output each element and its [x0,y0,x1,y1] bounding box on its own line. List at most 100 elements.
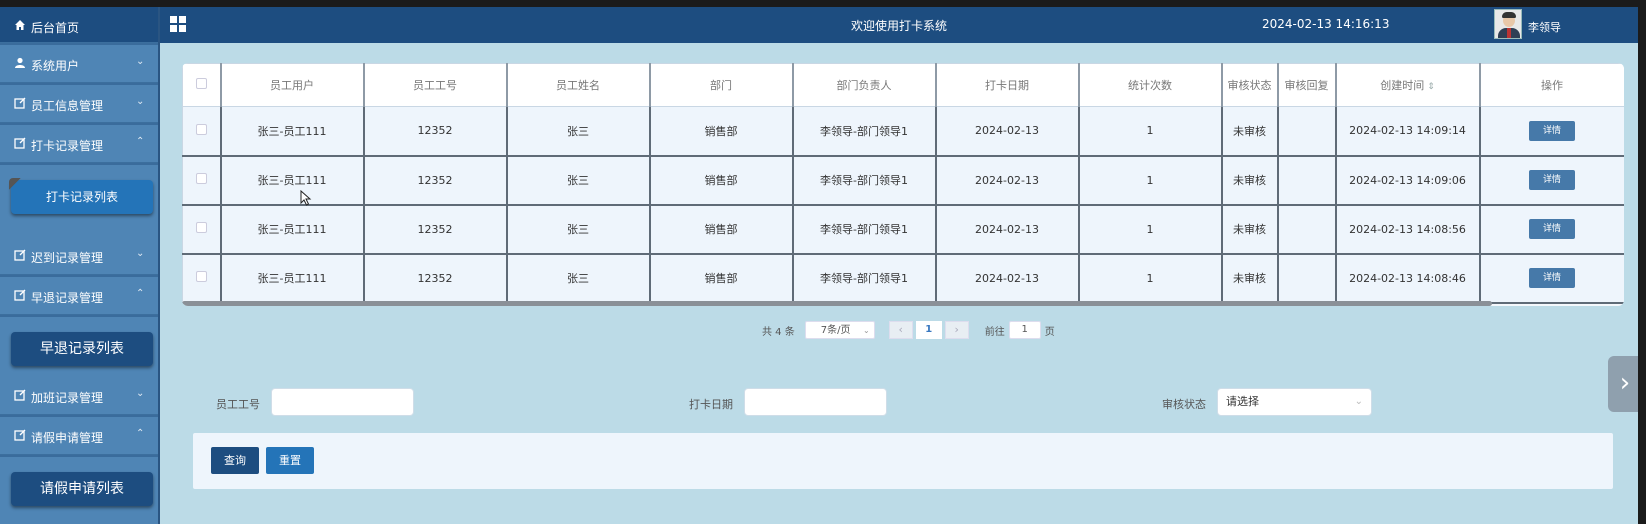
query-button[interactable]: 查询 [211,447,259,474]
row-select[interactable] [182,106,222,157]
checkbox[interactable] [195,173,207,184]
detail-button[interactable]: 详情 [1529,219,1575,239]
sidebar-sub-checkin-list[interactable]: 打卡记录列表 [9,178,153,214]
chevron-down-icon: ⌄ [136,96,145,107]
sub-item-label: 打卡记录列表 [45,190,118,204]
cell-dept: 销售部 [649,106,794,157]
reset-button[interactable]: 重置 [266,447,314,474]
detail-button[interactable]: 详情 [1529,120,1575,141]
cell-emp-no: 12352 [363,253,508,304]
edit-icon [14,389,26,401]
avatar[interactable] [1494,9,1522,39]
cell-name: 张三 [506,155,651,206]
sidebar-item-label: 请假申请管理 [31,431,104,445]
sidebar: 后台首页 系统用户 ⌄ 员工信息管理 ⌄ 打卡记录管理 ⌃ 打卡记录列表 迟到记… [0,7,160,524]
cell-dept-head: 李领导-部门领导1 [792,155,937,206]
row-select[interactable] [182,204,222,255]
cell-status: 未审核 [1221,155,1279,206]
cell-emp-no: 12352 [363,204,508,255]
sidebar-item-early-leave-records[interactable]: 早退记录管理 ⌃ [0,277,158,315]
header-select-all[interactable] [182,63,222,107]
sub-item-label: 请假申请列表 [40,481,124,497]
cell-reply [1277,155,1337,206]
action-panel: 查询 重置 [193,433,1613,489]
top-strip [0,0,1646,7]
cell-reply [1277,204,1337,255]
chevron-up-icon: ⌃ [136,428,145,439]
cell-actions: 详情 [1479,106,1624,157]
cell-date: 2024-02-13 [935,155,1080,206]
chevron-down-icon: ⌄ [1354,396,1363,407]
chevron-right-icon[interactable]: › [1608,356,1642,412]
user-icon [15,57,25,68]
row-select[interactable] [182,155,222,206]
cell-dept: 销售部 [649,204,794,255]
detail-button[interactable]: 详情 [1529,170,1575,190]
cell-name: 张三 [506,204,651,255]
user-name[interactable]: 李领导 [1528,19,1561,35]
sidebar-item-label: 打卡记录管理 [31,139,104,153]
cell-count: 1 [1078,204,1223,255]
edit-icon [14,97,26,109]
sidebar-sub-early-leave-list[interactable]: 早退记录列表 [11,332,153,366]
column-header: 员工用户 [220,63,365,107]
checkbox[interactable] [195,222,207,233]
cell-date: 2024-02-13 [935,106,1080,157]
sidebar-item-employee-info[interactable]: 员工信息管理 ⌄ [0,85,158,123]
status-select[interactable]: 请选择 ⌄ [1217,388,1372,416]
sub-item-label: 早退记录列表 [40,341,124,357]
chevron-down-icon: ⌄ [136,248,145,259]
page-size-select[interactable]: 7条/页 ⌄ [804,321,875,339]
cell-emp-no: 12352 [363,155,508,206]
sidebar-item-late-records[interactable]: 迟到记录管理 ⌄ [0,237,158,275]
cell-created: 2024-02-13 14:08:46 [1335,253,1481,304]
cell-reply [1277,106,1337,157]
column-header: 审核回复 [1277,63,1337,107]
date-input[interactable] [744,388,887,416]
app-title: 欢迎使用打卡系统 [850,19,947,33]
sidebar-item-overtime-records[interactable]: 加班记录管理 ⌄ [0,377,158,415]
sidebar-item-home[interactable]: 后台首页 [0,7,158,43]
row-select[interactable] [182,253,222,304]
submenu-early-leave: 早退记录列表 [0,317,158,381]
cell-created: 2024-02-13 14:09:14 [1335,106,1481,157]
cell-user: 张三-员工111 [220,204,365,255]
cell-actions: 详情 [1479,204,1624,255]
next-page-button[interactable]: › [944,321,969,339]
prev-page-button[interactable]: ‹ [888,321,913,339]
column-header-sortable[interactable]: 创建时间 ⇕ [1335,63,1481,107]
detail-button[interactable]: 详情 [1529,268,1575,288]
sidebar-item-system-users[interactable]: 系统用户 ⌄ [0,45,158,83]
cell-actions: 详情 [1479,253,1624,304]
table-row: 张三-员工111 12352 张三 销售部 李领导-部门领导1 2024-02-… [182,204,1624,255]
page-number-current[interactable]: 1 [915,321,942,339]
cursor-icon [300,190,312,206]
cell-emp-no: 12352 [363,106,508,157]
checkbox[interactable] [195,123,207,135]
cell-dept: 销售部 [649,155,794,206]
top-header: 欢迎使用打卡系统 2024-02-13 14:16:13 李领导 [160,7,1638,43]
sidebar-item-leave-requests[interactable]: 请假申请管理 ⌃ [0,417,158,455]
sidebar-item-label: 迟到记录管理 [31,251,104,265]
emp-no-input[interactable] [271,388,414,416]
sidebar-item-label: 系统用户 [31,59,80,73]
cell-created: 2024-02-13 14:09:06 [1335,155,1481,206]
horizontal-scrollbar[interactable] [182,301,1492,306]
goto-page-input[interactable]: 1 [1008,321,1041,339]
cell-created: 2024-02-13 14:08:56 [1335,204,1481,255]
edit-icon [14,137,26,149]
cell-date: 2024-02-13 [935,204,1080,255]
sidebar-sub-leave-list[interactable]: 请假申请列表 [11,472,153,506]
chevron-down-icon: ⌄ [863,326,870,335]
goto-suffix: 页 [1044,326,1055,338]
cell-name: 张三 [506,253,651,304]
checkbox[interactable] [195,78,207,89]
emp-no-label: 员工工号 [216,398,260,411]
column-header-label: 创建时间 [1380,79,1425,92]
sort-icon[interactable]: ⇕ [1427,82,1435,92]
column-header: 员工工号 [363,63,508,107]
edit-icon [14,429,26,441]
checkbox[interactable] [195,271,207,282]
cell-dept-head: 李领导-部门领导1 [792,204,937,255]
sidebar-item-checkin-records[interactable]: 打卡记录管理 ⌃ [0,125,158,163]
